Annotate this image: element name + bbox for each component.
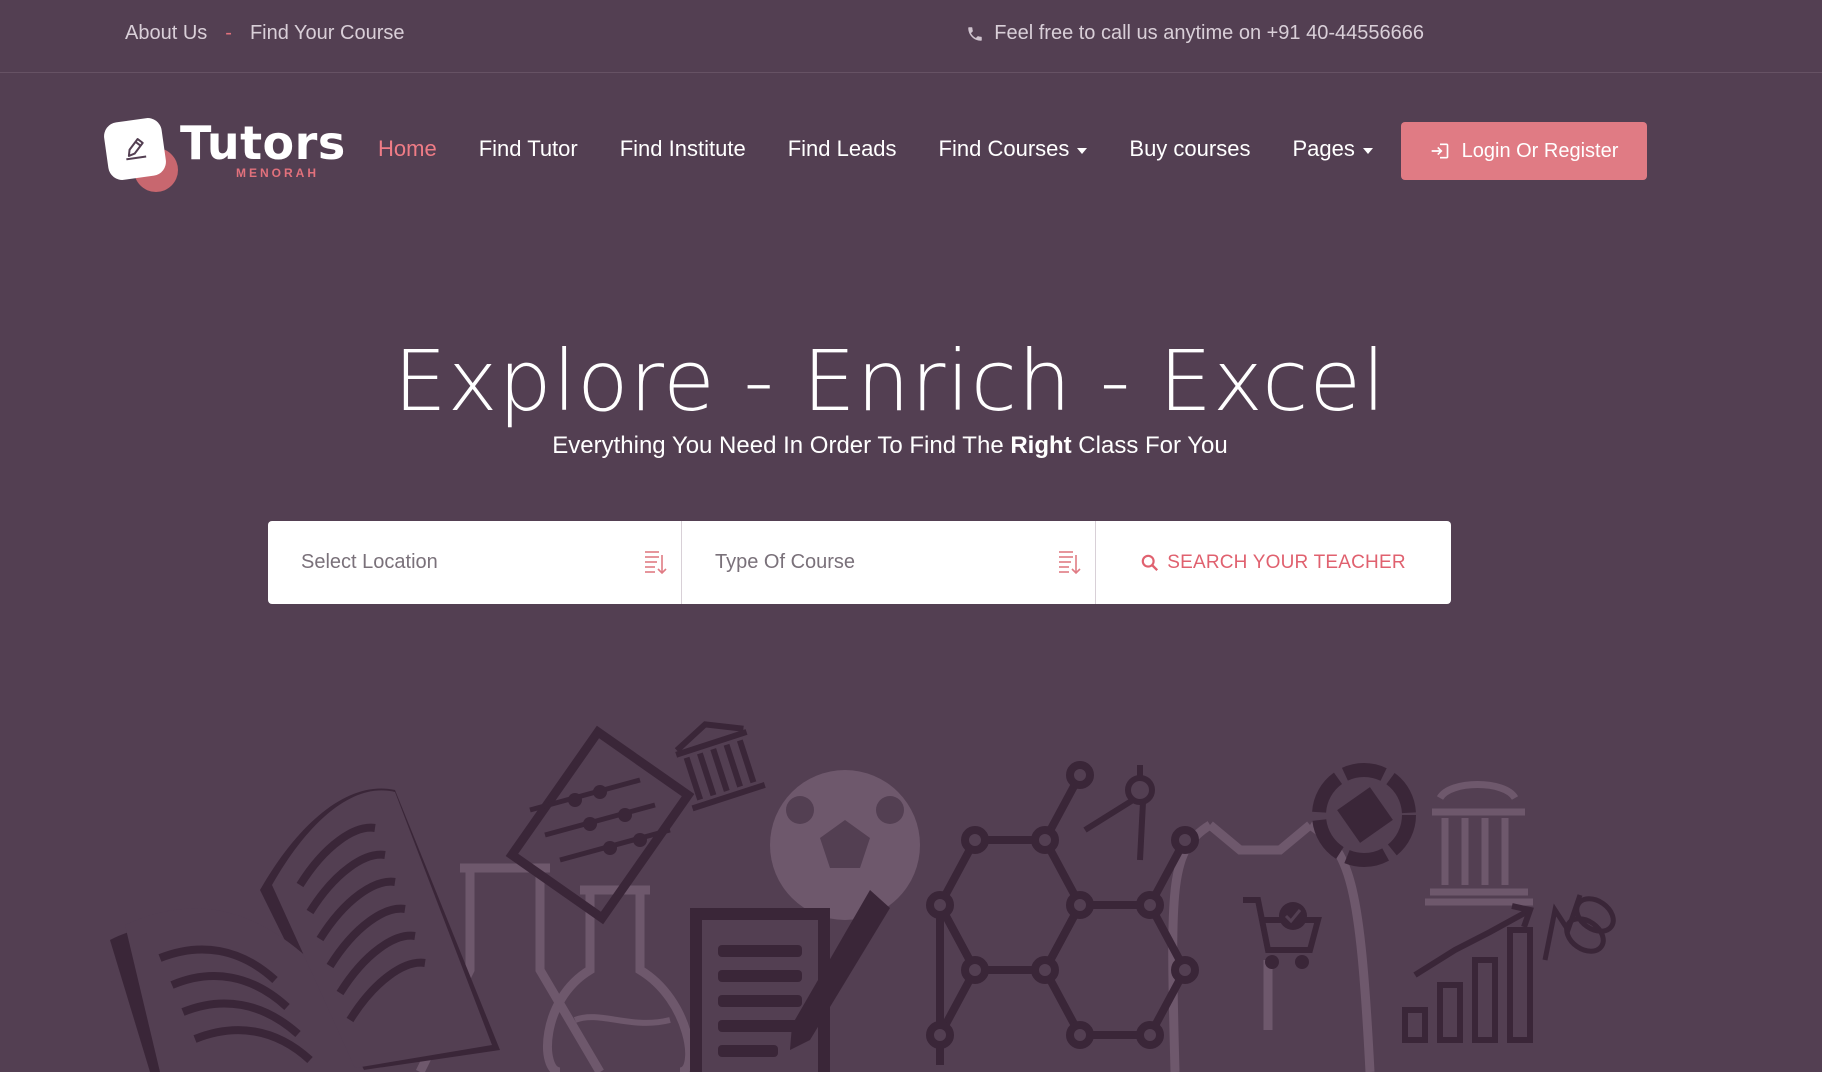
logo-brand-text: Tutors — [180, 116, 346, 170]
login-label: Login Or Register — [1461, 139, 1619, 162]
document-pencil-icon — [690, 890, 890, 1072]
call-info: Feel free to call us anytime on +91 40-4… — [966, 22, 1424, 45]
round-flask-silhouette — [543, 885, 695, 1072]
hero-subtitle-start: Everything You Need In Order To Find The — [552, 432, 1011, 459]
nav-find-courses[interactable]: Find Courses — [939, 136, 1088, 162]
find-your-course-link[interactable]: Find Your Course — [250, 22, 405, 45]
pencil-icon — [126, 138, 147, 161]
top-links: About Us - Find Your Course — [125, 22, 404, 45]
ruler-badge-icon — [1312, 763, 1416, 867]
about-us-link[interactable]: About Us — [125, 22, 207, 45]
nav-find-tutor[interactable]: Find Tutor — [479, 136, 578, 162]
search-bar: Select Location Type Of Course SEARCH YO… — [268, 521, 1451, 604]
search-icon — [1141, 554, 1159, 571]
growth-chart-icon — [1402, 903, 1534, 1043]
hero-subtitle-bold: Right — [1010, 432, 1072, 459]
search-teacher-button[interactable]: SEARCH YOUR TEACHER — [1096, 521, 1451, 604]
nav-find-leads[interactable]: Find Leads — [788, 136, 897, 162]
soccer-ball-silhouette — [770, 770, 920, 920]
site-logo[interactable]: Tutors MENORAH — [102, 116, 345, 192]
nav-buy-courses[interactable]: Buy courses — [1129, 136, 1250, 162]
coins-icon — [1542, 894, 1616, 961]
nav-pages[interactable]: Pages — [1292, 136, 1373, 162]
education-illustration — [110, 721, 1616, 1072]
museum-silhouette — [1425, 781, 1533, 906]
nav-home[interactable]: Home — [378, 136, 437, 162]
call-text: Feel free to call us anytime on +91 40-4… — [994, 22, 1424, 44]
list-sort-icon — [645, 551, 667, 575]
search-button-label: SEARCH YOUR TEACHER — [1167, 551, 1406, 573]
location-select[interactable]: Select Location — [268, 521, 682, 604]
login-icon — [1431, 143, 1448, 159]
main-nav: Home Find Tutor Find Institute Find Lead… — [378, 136, 1415, 162]
phone-icon — [968, 26, 983, 41]
chevron-down-icon — [1362, 147, 1373, 154]
open-book-icon — [110, 788, 500, 1072]
nav-find-institute[interactable]: Find Institute — [620, 136, 746, 162]
molecule-icon — [926, 761, 1199, 1065]
location-placeholder: Select Location — [301, 551, 438, 573]
course-type-select[interactable]: Type Of Course — [682, 521, 1096, 604]
login-register-button[interactable]: Login Or Register — [1401, 122, 1647, 180]
chevron-down-icon — [1077, 147, 1088, 154]
logo-badge — [102, 116, 168, 182]
compass-icon — [1083, 765, 1155, 861]
course-placeholder: Type Of Course — [715, 551, 856, 573]
hero-subtitle-end: Class For You — [1071, 432, 1228, 459]
top-bar: About Us - Find Your Course Feel free to… — [0, 0, 1822, 73]
hero-title: Explore - Enrich - Excel — [393, 332, 1387, 430]
shopping-cart-icon — [1243, 897, 1322, 969]
top-link-separator: - — [225, 22, 232, 44]
list-sort-icon — [1059, 551, 1081, 575]
logo-sub-text: MENORAH — [236, 166, 319, 180]
hero-subtitle: Everything You Need In Order To Find The… — [0, 432, 1780, 460]
